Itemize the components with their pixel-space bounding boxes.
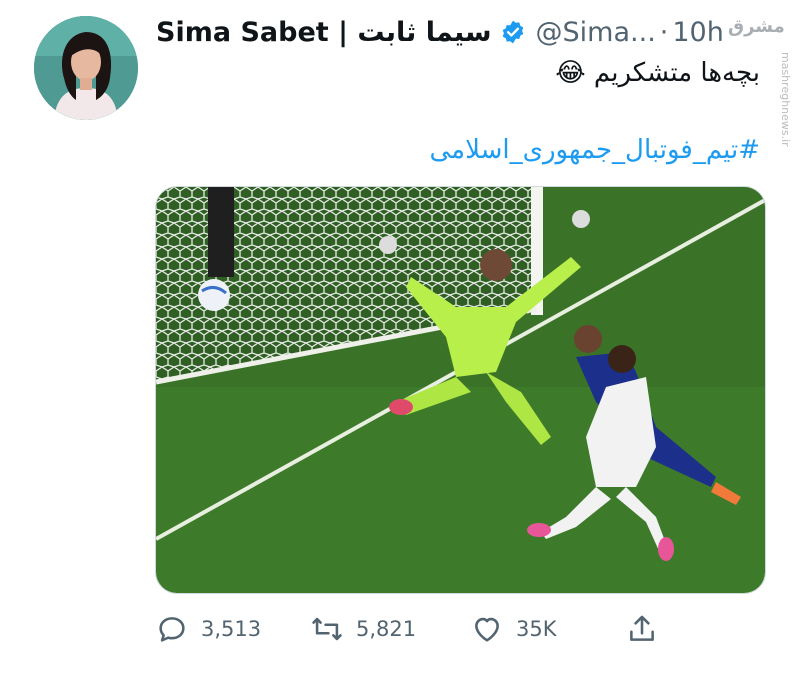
retweet-count: 5,821 <box>356 617 417 641</box>
avatar-image <box>34 16 138 120</box>
share-icon <box>630 615 654 641</box>
author-name[interactable]: Sima Sabet | سیما ثابت <box>156 17 492 48</box>
retweet-button[interactable]: 5,821 <box>310 612 416 646</box>
like-button[interactable]: 35K <box>470 612 557 646</box>
heart-icon <box>475 617 499 642</box>
tweet-header: Sima Sabet | سیما ثابت @Sima... · 10h <box>156 12 724 52</box>
tweet-photo[interactable] <box>155 186 766 594</box>
avatar[interactable] <box>34 16 138 120</box>
football-photo <box>156 187 765 593</box>
verified-badge-icon <box>500 19 526 45</box>
author-handle[interactable]: @Sima... <box>536 17 656 48</box>
retweet-icon <box>312 617 342 641</box>
watermark-logo: مشرق <box>728 16 785 37</box>
reply-button[interactable]: 3,513 <box>155 612 261 646</box>
tweet-actions: 3,513 5,821 35K <box>155 604 675 654</box>
hashtag-link[interactable]: #تیم_فوتبال_جمهوری_اسلامی <box>200 134 760 166</box>
reply-icon <box>159 617 185 642</box>
share-button[interactable] <box>625 612 671 646</box>
timestamp[interactable]: 10h <box>672 17 723 48</box>
tweet-text: بچه‌ها متشکریم 😂 <box>555 58 760 88</box>
separator-dot: · <box>659 16 669 48</box>
like-count: 35K <box>516 617 557 641</box>
reply-count: 3,513 <box>201 617 262 641</box>
